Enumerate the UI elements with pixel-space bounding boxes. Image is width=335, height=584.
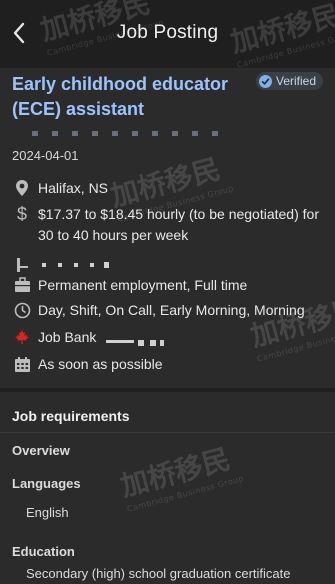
redacted-text: [38, 255, 118, 268]
check-circle-icon: [259, 74, 272, 88]
source-text: Job Bank: [38, 327, 332, 348]
employment-type-row: Permanent employment, Full time: [12, 275, 332, 296]
start-date-text: As soon as possible: [38, 356, 163, 372]
calendar-icon: [12, 354, 32, 374]
overview-label: Overview: [12, 443, 70, 458]
start-date-row: As soon as possible: [12, 354, 332, 375]
job-source-label: Job Bank: [38, 329, 97, 345]
salary-text: $17.37 to $18.45 hourly (to be negotiate…: [38, 206, 319, 243]
requirements-heading: Job requirements: [12, 408, 130, 424]
posted-date: 2024-04-01: [12, 148, 79, 163]
verified-badge: Verified: [256, 72, 324, 90]
languages-label: Languages: [12, 476, 81, 491]
map-pin-icon: [12, 178, 32, 198]
clock-icon: [12, 300, 32, 320]
source-row: Job Bank: [12, 327, 332, 348]
app-header: Job Posting: [0, 0, 335, 68]
divider: [0, 432, 335, 433]
schedule-text: Day, Shift, On Call, Early Morning, Morn…: [38, 302, 305, 318]
page-title: Job Posting: [116, 22, 219, 43]
job-requirements-section: Job requirements Overview Languages Engl…: [0, 392, 335, 584]
employer-name-redacted: [32, 131, 232, 136]
education-label: Education: [12, 544, 75, 559]
location-row: Halifax, NS: [12, 178, 332, 199]
salary-row: $ $17.37 to $18.45 hourly (to be negotia…: [12, 204, 332, 246]
redacted-row: [12, 255, 332, 275]
verified-label: Verified: [276, 74, 317, 88]
job-details-card: Early childhood educator (ECE) assistant…: [0, 68, 335, 388]
schedule-row: Day, Shift, On Call, Early Morning, Morn…: [12, 300, 332, 321]
dollar-icon: $: [16, 204, 27, 224]
languages-value: English: [26, 505, 69, 520]
employment-type-text: Permanent employment, Full time: [38, 277, 248, 293]
education-value: Secondary (high) school graduation certi…: [26, 566, 291, 581]
location-text: Halifax, NS: [38, 180, 109, 196]
person-icon: [12, 255, 32, 275]
briefcase-icon: [12, 275, 32, 295]
job-title: Early childhood educator (ECE) assistant: [12, 74, 229, 119]
job-source-id-redacted: [100, 333, 170, 347]
maple-leaf-icon: [12, 327, 32, 347]
